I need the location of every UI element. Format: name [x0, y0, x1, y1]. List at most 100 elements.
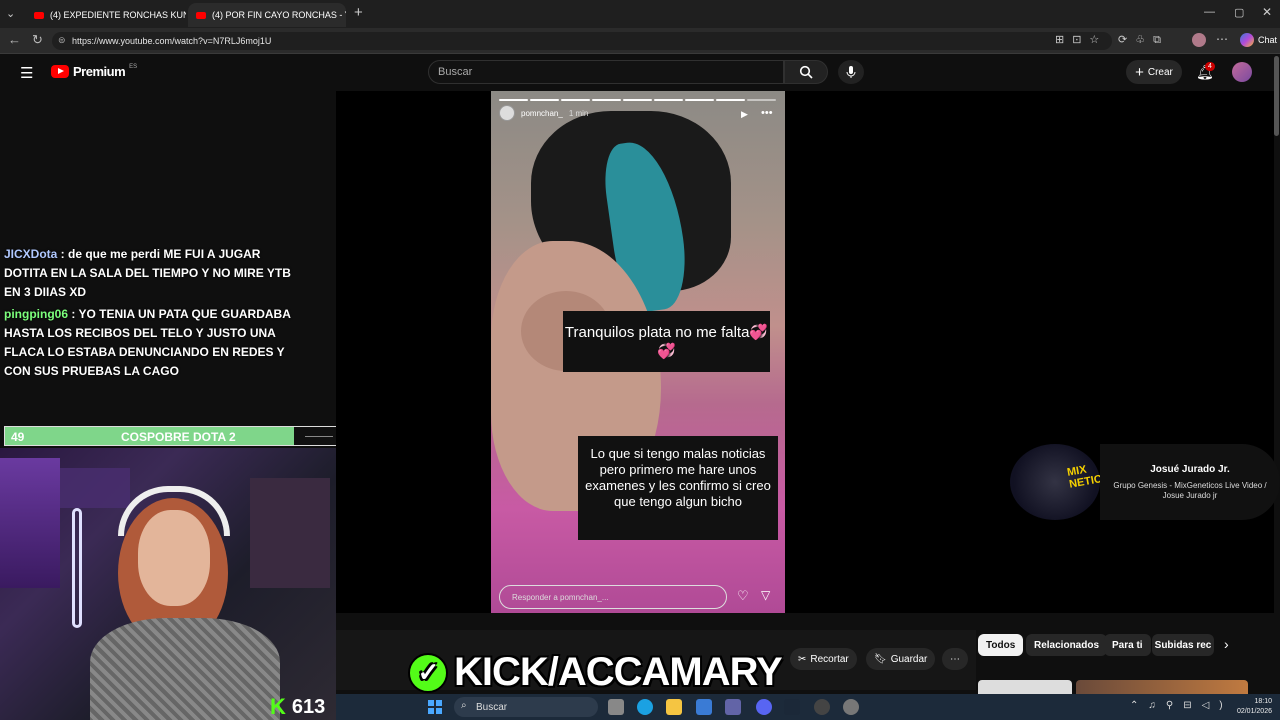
- region-code: ES: [129, 64, 138, 70]
- reply-placeholder: Responder a pomnchan_...: [512, 592, 609, 602]
- edge-icon[interactable]: [637, 699, 653, 715]
- poll-left-count: 49: [11, 430, 25, 444]
- chip-para-ti[interactable]: Para ti: [1104, 634, 1151, 656]
- site-info-icon[interactable]: ⊜: [58, 35, 66, 46]
- minimize-button[interactable]: —: [1204, 6, 1215, 18]
- taskbar-search-label: Buscar: [476, 701, 508, 713]
- new-tab-button[interactable]: +: [354, 4, 363, 21]
- extensions-icons[interactable]: ⟳♧⧉: [1118, 33, 1169, 47]
- chat-message: JICXDota : de que me perdi ME FUI A JUGA…: [4, 245, 294, 302]
- video-letterbox-right: [785, 91, 1274, 613]
- poll-title: COSPOBRE DOTA 2: [121, 430, 236, 444]
- copilot-icon: [1240, 33, 1254, 47]
- play-icon[interactable]: ▶: [741, 109, 748, 120]
- plus-icon: +: [1135, 63, 1144, 81]
- card-subtitle: Grupo Genesis - MixGeneticos Live Video …: [1113, 481, 1267, 500]
- kick-logo-icon: K: [270, 694, 286, 719]
- file-explorer-icon[interactable]: [666, 699, 682, 715]
- viewer-count-number: 613: [291, 695, 326, 718]
- clock-date: 02/01/2026: [1236, 708, 1272, 715]
- account-avatar[interactable]: [1232, 62, 1252, 82]
- related-thumbnail[interactable]: [978, 680, 1072, 694]
- settings-icon[interactable]: [843, 699, 859, 715]
- taskbar-search[interactable]: ⌕ Buscar: [454, 697, 598, 717]
- search-placeholder: Buscar: [438, 66, 473, 78]
- streamer-webcam: [0, 448, 336, 720]
- poll-divider: [305, 436, 333, 437]
- youtube-play-icon: [51, 65, 69, 78]
- store-icon[interactable]: [696, 699, 712, 715]
- story-time: 1 min: [568, 108, 589, 118]
- voice-search-button[interactable]: [838, 60, 864, 84]
- profile-avatar[interactable]: [1192, 33, 1206, 47]
- chat-button[interactable]: Chat: [1240, 33, 1277, 47]
- save-label: Guardar: [890, 653, 928, 665]
- steam-icon[interactable]: [784, 699, 800, 715]
- reload-icon[interactable]: ↻: [32, 32, 43, 48]
- more-icon[interactable]: ⋯: [1216, 32, 1228, 46]
- reply-input[interactable]: Responder a pomnchan_...: [499, 585, 727, 609]
- chip-subidas[interactable]: Subidas rec: [1152, 634, 1214, 656]
- poll-bar: 49 COSPOBRE DOTA 2 60: [4, 426, 358, 446]
- task-view-icon[interactable]: [608, 699, 624, 715]
- related-thumbnail[interactable]: [1076, 680, 1248, 694]
- video-player[interactable]: pomnchan_ 1 min ▶ ••• Tranquilos plata n…: [491, 91, 785, 613]
- kick-channel-name: KICK/ACCAMARY: [454, 650, 783, 694]
- send-icon[interactable]: ▽: [761, 588, 770, 602]
- chat-username: JICXDota: [4, 247, 58, 261]
- taskbar-clock[interactable]: 18:10 02/01/2026: [1228, 697, 1272, 717]
- clock-time: 18:10: [1254, 698, 1272, 705]
- tab-por-fin-cayo[interactable]: (4) POR FIN CAYO RONCHAS - You... ✕: [188, 3, 346, 27]
- create-button[interactable]: + Crear: [1126, 60, 1182, 84]
- search-icon: ⌕: [461, 700, 467, 711]
- system-tray-icons[interactable]: ⌃♫⚲⊟◁): [1130, 700, 1233, 711]
- chip-todos[interactable]: Todos: [978, 634, 1024, 656]
- story-username[interactable]: pomnchan_: [521, 109, 563, 118]
- bookmark-icon: 🔖︎: [874, 653, 887, 665]
- chevron-right-icon[interactable]: ›: [1224, 636, 1229, 652]
- youtube-premium-logo[interactable]: Premium ES: [51, 64, 137, 79]
- browser-tab-bar: ⌄ (4) EXPEDIENTE RONCHAS KUN S... ✕ (4) …: [0, 0, 1280, 28]
- teams-icon[interactable]: [725, 699, 741, 715]
- youtube-icon: [196, 11, 206, 19]
- page-scrollbar[interactable]: [1274, 56, 1279, 136]
- card-title: Josué Jurado Jr.: [1150, 464, 1230, 475]
- verified-check-icon: ✓: [408, 652, 448, 693]
- tab-menu-icon[interactable]: ⌄: [6, 7, 15, 20]
- tab-expediente[interactable]: (4) EXPEDIENTE RONCHAS KUN S... ✕: [26, 3, 186, 27]
- create-label: Crear: [1147, 66, 1173, 78]
- suggested-video-card[interactable]: MIX NETIC Josué Jurado Jr. Grupo Genesis…: [1010, 444, 1280, 520]
- chip-relacionados[interactable]: Relacionados: [1026, 634, 1108, 656]
- close-window-button[interactable]: ✕: [1262, 5, 1272, 19]
- url-text: https://www.youtube.com/watch?v=N7RLJ6mo…: [72, 36, 272, 46]
- microphone-icon: [846, 66, 856, 78]
- story-header: pomnchan_ 1 min: [499, 105, 588, 121]
- story-caption-2: Lo que si tengo malas noticias pero prim…: [578, 436, 778, 540]
- hamburger-menu-icon[interactable]: ☰: [20, 64, 33, 82]
- chat-message: pingping06 : YO TENIA UN PATA QUE GUARDA…: [4, 305, 294, 381]
- search-icon: [799, 65, 813, 79]
- save-button[interactable]: 🔖︎ Guardar: [866, 648, 936, 670]
- maximize-button[interactable]: ▢: [1234, 6, 1244, 19]
- back-icon[interactable]: ←: [8, 32, 21, 47]
- search-input[interactable]: Buscar: [428, 60, 784, 84]
- tab-title: (4) POR FIN CAYO RONCHAS - You...: [212, 10, 346, 20]
- url-field[interactable]: ⊜ https://www.youtube.com/watch?v=N7RLJ6…: [52, 32, 1112, 50]
- more-options-icon[interactable]: •••: [761, 107, 773, 119]
- toolbar-icons[interactable]: ⊞⊡☆: [1055, 33, 1107, 46]
- kick-channel-overlay: ✓ KICK/ACCAMARY: [408, 650, 783, 695]
- address-bar-row: ← ↻ ⊜ https://www.youtube.com/watch?v=N7…: [0, 28, 1280, 54]
- clip-label: Recortar: [810, 653, 849, 665]
- search-button[interactable]: [784, 60, 828, 84]
- discord-icon[interactable]: [756, 699, 772, 715]
- chat-label: Chat: [1258, 35, 1278, 45]
- chat-username: pingping06: [4, 307, 68, 321]
- windows-start-icon[interactable]: [428, 700, 442, 714]
- logo-text: Premium: [73, 64, 126, 79]
- obs-icon[interactable]: [814, 699, 830, 715]
- more-actions-button[interactable]: ⋯: [942, 648, 968, 670]
- clip-button[interactable]: ✂ Recortar: [790, 648, 857, 670]
- story-avatar[interactable]: [499, 105, 515, 121]
- heart-icon[interactable]: ♡: [737, 588, 749, 604]
- video-letterbox-left: [336, 91, 491, 613]
